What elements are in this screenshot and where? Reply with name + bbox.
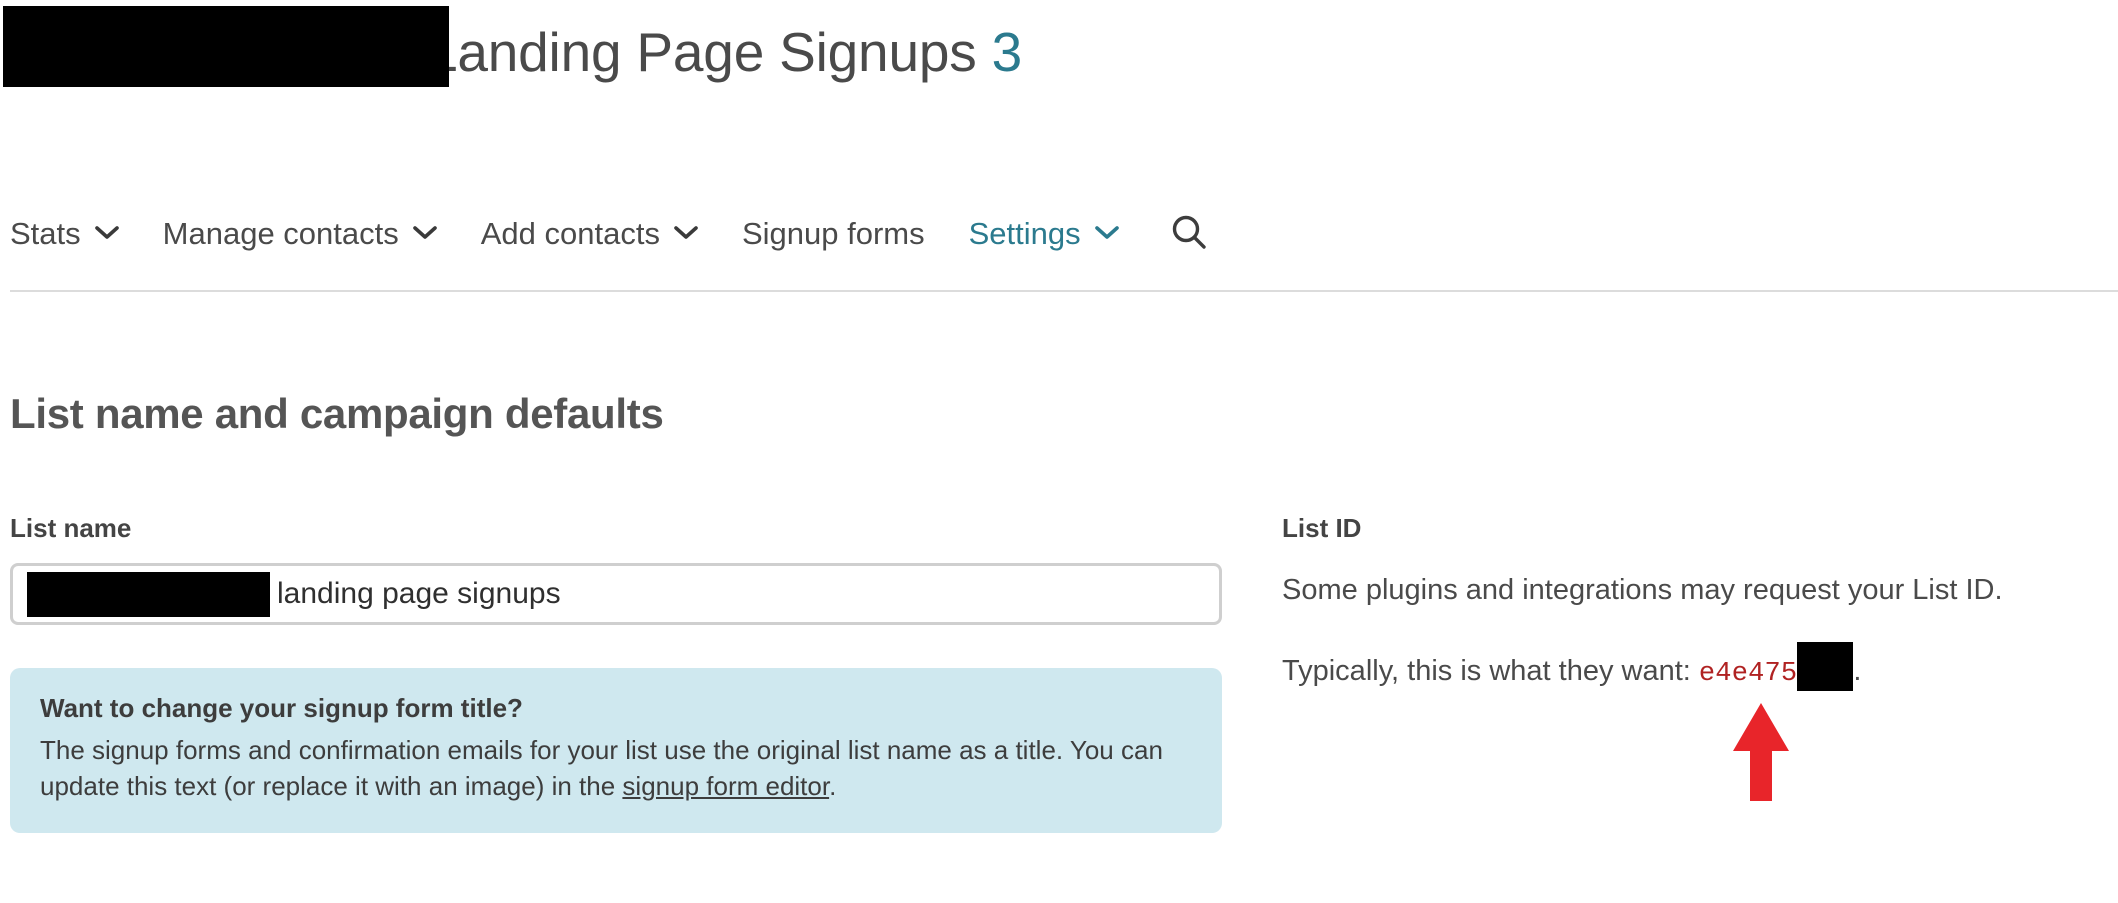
nav-item-add-contacts[interactable]: Add contacts	[481, 218, 698, 249]
list-name-input[interactable]: landing page signups	[10, 563, 1222, 625]
nav-item-signup-forms[interactable]: Signup forms	[742, 218, 925, 249]
chevron-down-icon	[674, 226, 698, 240]
list-name-label: List name	[10, 513, 132, 543]
list-id-value: e4e475	[1698, 659, 1798, 690]
list-id-prefix-text: Typically, this is what they want:	[1282, 655, 1699, 688]
redaction-box-list-id	[1797, 642, 1854, 692]
nav-item-label: Add contacts	[480, 215, 660, 251]
signup-form-editor-link[interactable]: signup form editor	[622, 771, 829, 801]
page-title: Landing Page Signups 3	[3, 6, 1023, 87]
nav-item-label: Settings	[968, 215, 1081, 251]
chevron-down-icon	[1094, 226, 1119, 240]
page-title-suffix: Landing Page Signups	[427, 21, 977, 83]
list-id-suffix-text: .	[1853, 655, 1862, 688]
list-id-description: Some plugins and integrations may reques…	[1282, 574, 2003, 606]
nav-item-label: Manage contacts	[162, 215, 399, 251]
callout-body-text-end: .	[829, 771, 837, 802]
list-id-value-line: Typically, this is what they want: e4e47…	[1282, 642, 2112, 692]
section-heading: List name and campaign defaults	[10, 389, 664, 437]
nav-item-stats[interactable]: Stats	[10, 218, 119, 249]
redaction-box-title	[3, 6, 449, 87]
main-navigation: Stats Manage contacts Add contacts Signu…	[0, 213, 2118, 290]
nav-item-label: Stats	[10, 215, 81, 251]
search-button[interactable]	[1169, 213, 1209, 253]
list-name-value: landing page signups	[277, 577, 561, 610]
signup-form-title-callout: Want to change your signup form title? T…	[10, 668, 1222, 834]
nav-item-settings[interactable]: Settings	[969, 218, 1119, 249]
redaction-box-list-name	[27, 571, 270, 617]
callout-body-text: The signup forms and confirmation emails…	[40, 734, 1163, 802]
chevron-down-icon	[412, 226, 437, 240]
search-icon	[1169, 213, 1209, 253]
list-id-label: List ID	[1282, 513, 1362, 543]
callout-title: Want to change your signup form title?	[40, 693, 523, 723]
list-name-section: List name landing page signups Want to c…	[10, 513, 1222, 834]
nav-item-label: Signup forms	[741, 215, 925, 251]
nav-divider	[10, 290, 2118, 292]
nav-item-manage-contacts[interactable]: Manage contacts	[163, 218, 437, 249]
annotation-arrow-up-icon	[1733, 703, 1789, 801]
nav-items-container: Stats Manage contacts Add contacts Signu…	[0, 213, 1209, 253]
list-id-section: List ID Some plugins and integrations ma…	[1282, 515, 2112, 693]
callout-body: The signup forms and confirmation emails…	[40, 732, 1192, 806]
list-count-badge: 3	[991, 21, 1023, 83]
chevron-down-icon	[94, 226, 119, 240]
